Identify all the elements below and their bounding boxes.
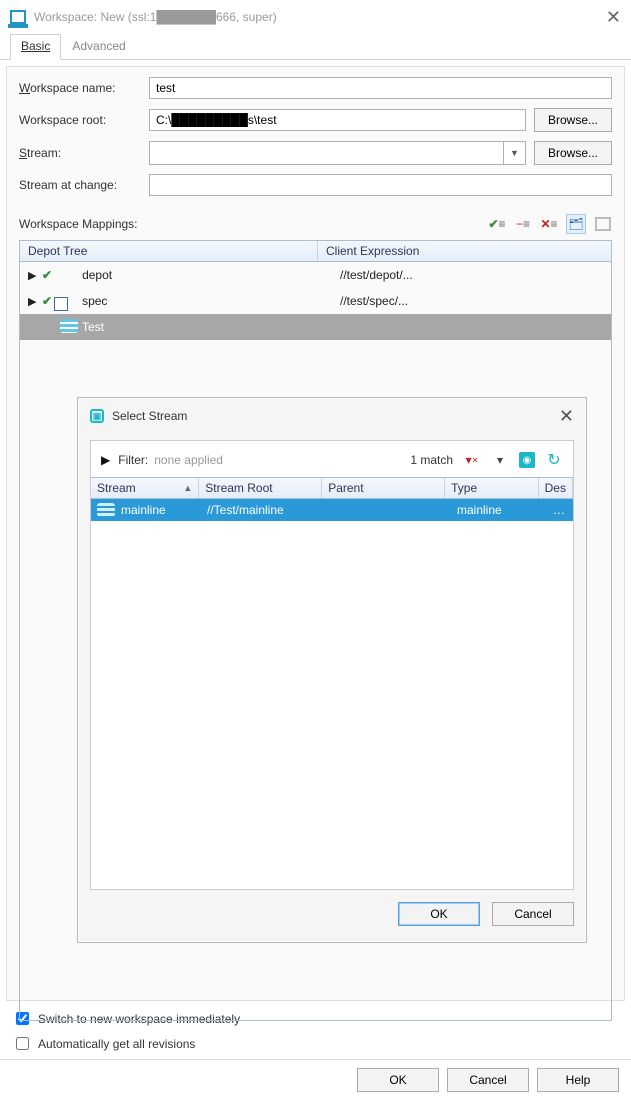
filter-value: none applied (154, 453, 223, 467)
list-view-icon[interactable] (594, 215, 612, 233)
refresh-icon[interactable]: ↻ (545, 451, 563, 469)
run-filter-icon[interactable]: ▶ (101, 453, 110, 467)
expand-icon[interactable]: ▶ (28, 295, 40, 308)
dialog-body: ▶ Filter: none applied 1 match ▾✕ ▾ ◉ ↻ … (90, 440, 574, 890)
col-type[interactable]: Type (445, 478, 539, 498)
stream-name: mainline (121, 503, 166, 517)
database-icon (60, 267, 76, 283)
app-icon (10, 10, 26, 24)
tree-name: Test (82, 320, 104, 334)
filter-row: ▶ Filter: none applied 1 match ▾✕ ▾ ◉ ↻ (91, 451, 573, 477)
tree-row-depot[interactable]: ▶ ✔ depot //test/depot/... (20, 262, 611, 288)
col-parent[interactable]: Parent (322, 478, 445, 498)
row-workspace-name: Workspace name: (19, 77, 612, 99)
stream-browse-button[interactable]: Browse... (534, 141, 612, 165)
help-button[interactable]: Help (537, 1068, 619, 1092)
ok-button[interactable]: OK (357, 1068, 439, 1092)
stream-label: Stream: (19, 146, 149, 160)
workspace-name-label: Workspace name: (19, 81, 149, 95)
dialog-titlebar: ▣ Select Stream ✕ (78, 398, 586, 434)
row-stream-at-change: Stream at change: (19, 174, 612, 196)
select-stream-dialog: ▣ Select Stream ✕ ▶ Filter: none applied… (77, 397, 587, 943)
window-title: Workspace: New (ssl:1███████666, super) (34, 10, 277, 24)
tree-expr: //test/spec/... (340, 294, 408, 308)
database-doc-icon (60, 293, 76, 309)
tree-col-depot[interactable]: Depot Tree (20, 241, 318, 261)
stream-table-body (91, 521, 573, 889)
stream-at-change-label: Stream at change: (19, 178, 149, 192)
col-stream-root[interactable]: Stream Root (199, 478, 322, 498)
workspace-name-input[interactable] (149, 77, 612, 99)
dialog-buttons: OK Cancel (78, 902, 586, 926)
clear-filter-icon[interactable]: ▾✕ (463, 451, 481, 469)
tree-view-icon[interactable]: 🗂 (566, 214, 586, 234)
stream-icon (60, 319, 76, 335)
titlebar: Workspace: New (ssl:1███████666, super) … (0, 0, 631, 34)
workspace-root-input[interactable] (149, 109, 526, 131)
expand-icon[interactable]: ▶ (28, 269, 40, 282)
tab-basic-label: Basic (21, 39, 50, 53)
window-close-icon[interactable]: ✕ (606, 7, 621, 28)
dialog-close-icon[interactable]: ✕ (559, 406, 574, 427)
mappings-label: Workspace Mappings: (19, 217, 138, 231)
auto-get-checkbox[interactable] (16, 1037, 29, 1050)
exclude-minus-icon[interactable]: −≡ (514, 215, 532, 233)
stream-root: //Test/mainline (201, 503, 326, 517)
row-stream: Stream: ▼ Browse... (19, 141, 612, 165)
stream-at-change-input[interactable] (149, 174, 612, 196)
row-workspace-root: Workspace root: Browse... (19, 108, 612, 132)
settings-icon[interactable]: ◉ (519, 452, 535, 468)
tab-advanced-label: Advanced (72, 39, 125, 53)
dialog-title-text: Select Stream (112, 409, 187, 423)
dialog-ok-button[interactable]: OK (398, 902, 480, 926)
stream-row-mainline[interactable]: mainline //Test/mainline mainline … (91, 499, 573, 521)
tab-basic[interactable]: Basic (10, 34, 61, 60)
expand-icon (28, 321, 40, 333)
tree-name: spec (82, 294, 107, 308)
sort-asc-icon: ▲ (183, 483, 192, 493)
dialog-icon: ▣ (90, 409, 104, 423)
tree-header: Depot Tree Client Expression (19, 240, 612, 262)
tree-col-client[interactable]: Client Expression (318, 241, 611, 261)
workspace-root-browse-button[interactable]: Browse... (534, 108, 612, 132)
dialog-cancel-button[interactable]: Cancel (492, 902, 574, 926)
tab-strip: Basic Advanced (0, 34, 631, 60)
footer-buttons: OK Cancel Help (0, 1068, 631, 1100)
cancel-button[interactable]: Cancel (447, 1068, 529, 1092)
mappings-toolbar: ✔≡ −≡ ✕≡ 🗂 (488, 214, 612, 234)
stream-table-header: Stream▲ Stream Root Parent Type Des (91, 477, 573, 499)
include-icon[interactable]: ✔≡ (488, 215, 506, 233)
exclude-x-icon[interactable]: ✕≡ (540, 215, 558, 233)
auto-get-label: Automatically get all revisions (38, 1037, 195, 1051)
stream-value (150, 142, 503, 164)
tab-advanced[interactable]: Advanced (61, 34, 136, 60)
col-description[interactable]: Des (539, 478, 573, 498)
mappings-header: Workspace Mappings: ✔≡ −≡ ✕≡ 🗂 (19, 214, 612, 234)
stream-icon (97, 503, 115, 517)
tree-name: depot (82, 268, 112, 282)
tree-expr: //test/depot/... (340, 268, 413, 282)
match-count: 1 match (410, 453, 453, 467)
tree-row-spec[interactable]: ▶ ✔ spec //test/spec/... (20, 288, 611, 314)
filter-funnel-icon[interactable]: ▾ (491, 451, 509, 469)
separator (0, 1059, 631, 1060)
stream-desc: … (546, 503, 573, 517)
auto-get-option[interactable]: Automatically get all revisions (12, 1034, 619, 1053)
workspace-root-label: Workspace root: (19, 113, 149, 127)
col-stream[interactable]: Stream▲ (91, 478, 199, 498)
tree-row-test[interactable]: Test (20, 314, 611, 340)
main-panel: Workspace name: Workspace root: Browse..… (6, 66, 625, 1001)
stream-combobox[interactable]: ▼ (149, 141, 526, 165)
check-icon: ✔ (42, 294, 52, 308)
filter-label: Filter: (118, 453, 148, 467)
check-icon: ✔ (42, 268, 52, 282)
stream-type: mainline (451, 503, 546, 517)
chevron-down-icon[interactable]: ▼ (503, 142, 525, 164)
